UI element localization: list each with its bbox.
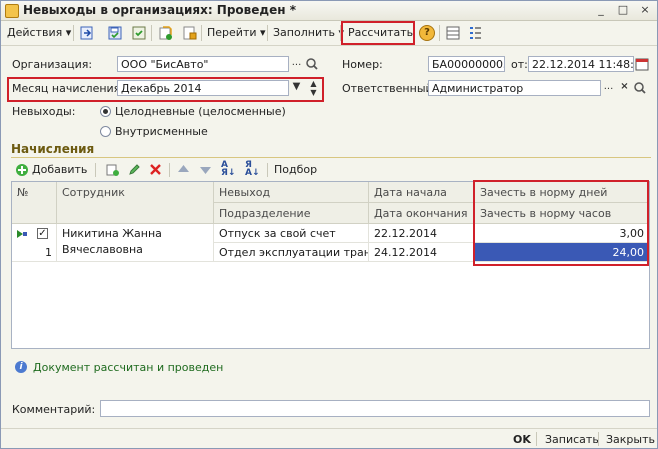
title-bar: Невыходы в организациях: Проведен * _ □ …: [1, 1, 657, 21]
save-button[interactable]: Записать: [545, 433, 599, 446]
table-row[interactable]: ✓ 1: [12, 224, 57, 262]
row-number: 1: [45, 246, 52, 259]
post-icon[interactable]: [131, 25, 147, 41]
sort-asc-icon[interactable]: A Я↓: [221, 161, 235, 178]
copy-row-icon[interactable]: [105, 162, 120, 177]
bottom-bar: OK Записать Закрыть: [1, 428, 657, 449]
responsible-select-button[interactable]: ...: [601, 80, 616, 96]
radio-full-day-label: Целодневные (целосменные): [115, 105, 286, 118]
document-window: Невыходы в организациях: Проведен * _ □ …: [0, 0, 658, 449]
status-message: Документ рассчитан и проведен: [33, 361, 224, 374]
responsible-field[interactable]: Администратор: [428, 80, 601, 96]
header-department[interactable]: Подразделение: [214, 203, 369, 224]
maximize-button[interactable]: □: [617, 3, 629, 16]
header-end-date[interactable]: Дата окончания: [369, 203, 475, 224]
absence-type-label: Невыходы:: [12, 105, 76, 118]
comment-label: Комментарий:: [12, 403, 96, 416]
header-start-date[interactable]: Дата начала: [369, 182, 475, 203]
current-row-arrow-icon: [17, 230, 27, 238]
norm-columns-highlight: [473, 180, 649, 266]
clear-icon[interactable]: ×: [617, 80, 632, 96]
header-absence[interactable]: Невыход: [214, 182, 369, 203]
save-icon[interactable]: [107, 25, 123, 41]
row-end-date[interactable]: 24.12.2014: [369, 243, 475, 262]
search-icon[interactable]: [633, 81, 647, 95]
document-icon: [5, 4, 19, 18]
main-toolbar: Действия ▾ Перейти ▾ Заполнить ▾ Рассчит…: [1, 21, 657, 46]
close-window-button[interactable]: ×: [639, 3, 651, 16]
pick-button[interactable]: Подбор: [274, 163, 317, 176]
organization-select-button[interactable]: ...: [289, 56, 304, 72]
organization-field[interactable]: ООО "БисАвто": [117, 56, 289, 72]
minimize-button[interactable]: _: [595, 3, 607, 16]
radio-full-day[interactable]: [100, 106, 111, 117]
info-icon: i: [15, 361, 27, 373]
move-down-icon[interactable]: [199, 163, 212, 176]
delete-icon[interactable]: [149, 163, 162, 176]
responsible-label: Ответственный:: [342, 82, 437, 95]
number-label: Номер:: [342, 58, 383, 71]
radio-partial-day-label: Внутрисменные: [115, 125, 208, 138]
date-from-label: от:: [511, 58, 528, 71]
edit-pencil-icon[interactable]: [127, 162, 142, 177]
organization-label: Организация:: [12, 58, 93, 71]
add-icon[interactable]: [15, 163, 29, 177]
move-up-icon[interactable]: [177, 163, 190, 176]
print-icon[interactable]: [181, 25, 197, 41]
document-date-field[interactable]: 22.12.2014 11:48:23: [528, 56, 634, 72]
close-button[interactable]: Закрыть: [606, 433, 655, 446]
calculate-highlight: [341, 21, 415, 45]
help-icon[interactable]: ?: [419, 25, 435, 41]
row-employee[interactable]: Никитина Жанна Вячеславовна: [57, 224, 214, 262]
add-button[interactable]: Добавить: [32, 163, 87, 176]
actions-menu[interactable]: Действия ▾: [7, 24, 71, 42]
section-title: Начисления: [11, 142, 95, 156]
header-num[interactable]: №: [12, 182, 57, 224]
post-and-close-icon[interactable]: [79, 25, 95, 41]
sort-desc-icon[interactable]: Я A↓: [245, 161, 260, 178]
ok-button[interactable]: OK: [513, 433, 531, 446]
settings-list-icon[interactable]: [467, 25, 483, 41]
row-absence[interactable]: Отпуск за свой счет: [214, 224, 369, 243]
row-start-date[interactable]: 22.12.2014: [369, 224, 475, 243]
header-employee[interactable]: Сотрудник: [57, 182, 214, 224]
row-department[interactable]: Отдел эксплуатации транс...: [214, 243, 369, 262]
window-title: Невыходы в организациях: Проведен *: [23, 3, 296, 17]
calendar-icon[interactable]: [635, 56, 649, 72]
row-active-checkbox[interactable]: ✓: [37, 228, 48, 239]
goto-menu[interactable]: Перейти ▾: [207, 24, 266, 42]
month-highlight: [7, 77, 324, 102]
form-structure-icon[interactable]: [445, 25, 461, 41]
number-field[interactable]: БА000000003: [428, 56, 505, 72]
fill-menu[interactable]: Заполнить ▾: [273, 24, 344, 42]
comment-field[interactable]: [100, 400, 650, 417]
search-icon[interactable]: [305, 57, 319, 71]
based-on-icon[interactable]: [157, 25, 173, 41]
radio-partial-day[interactable]: [100, 126, 111, 137]
